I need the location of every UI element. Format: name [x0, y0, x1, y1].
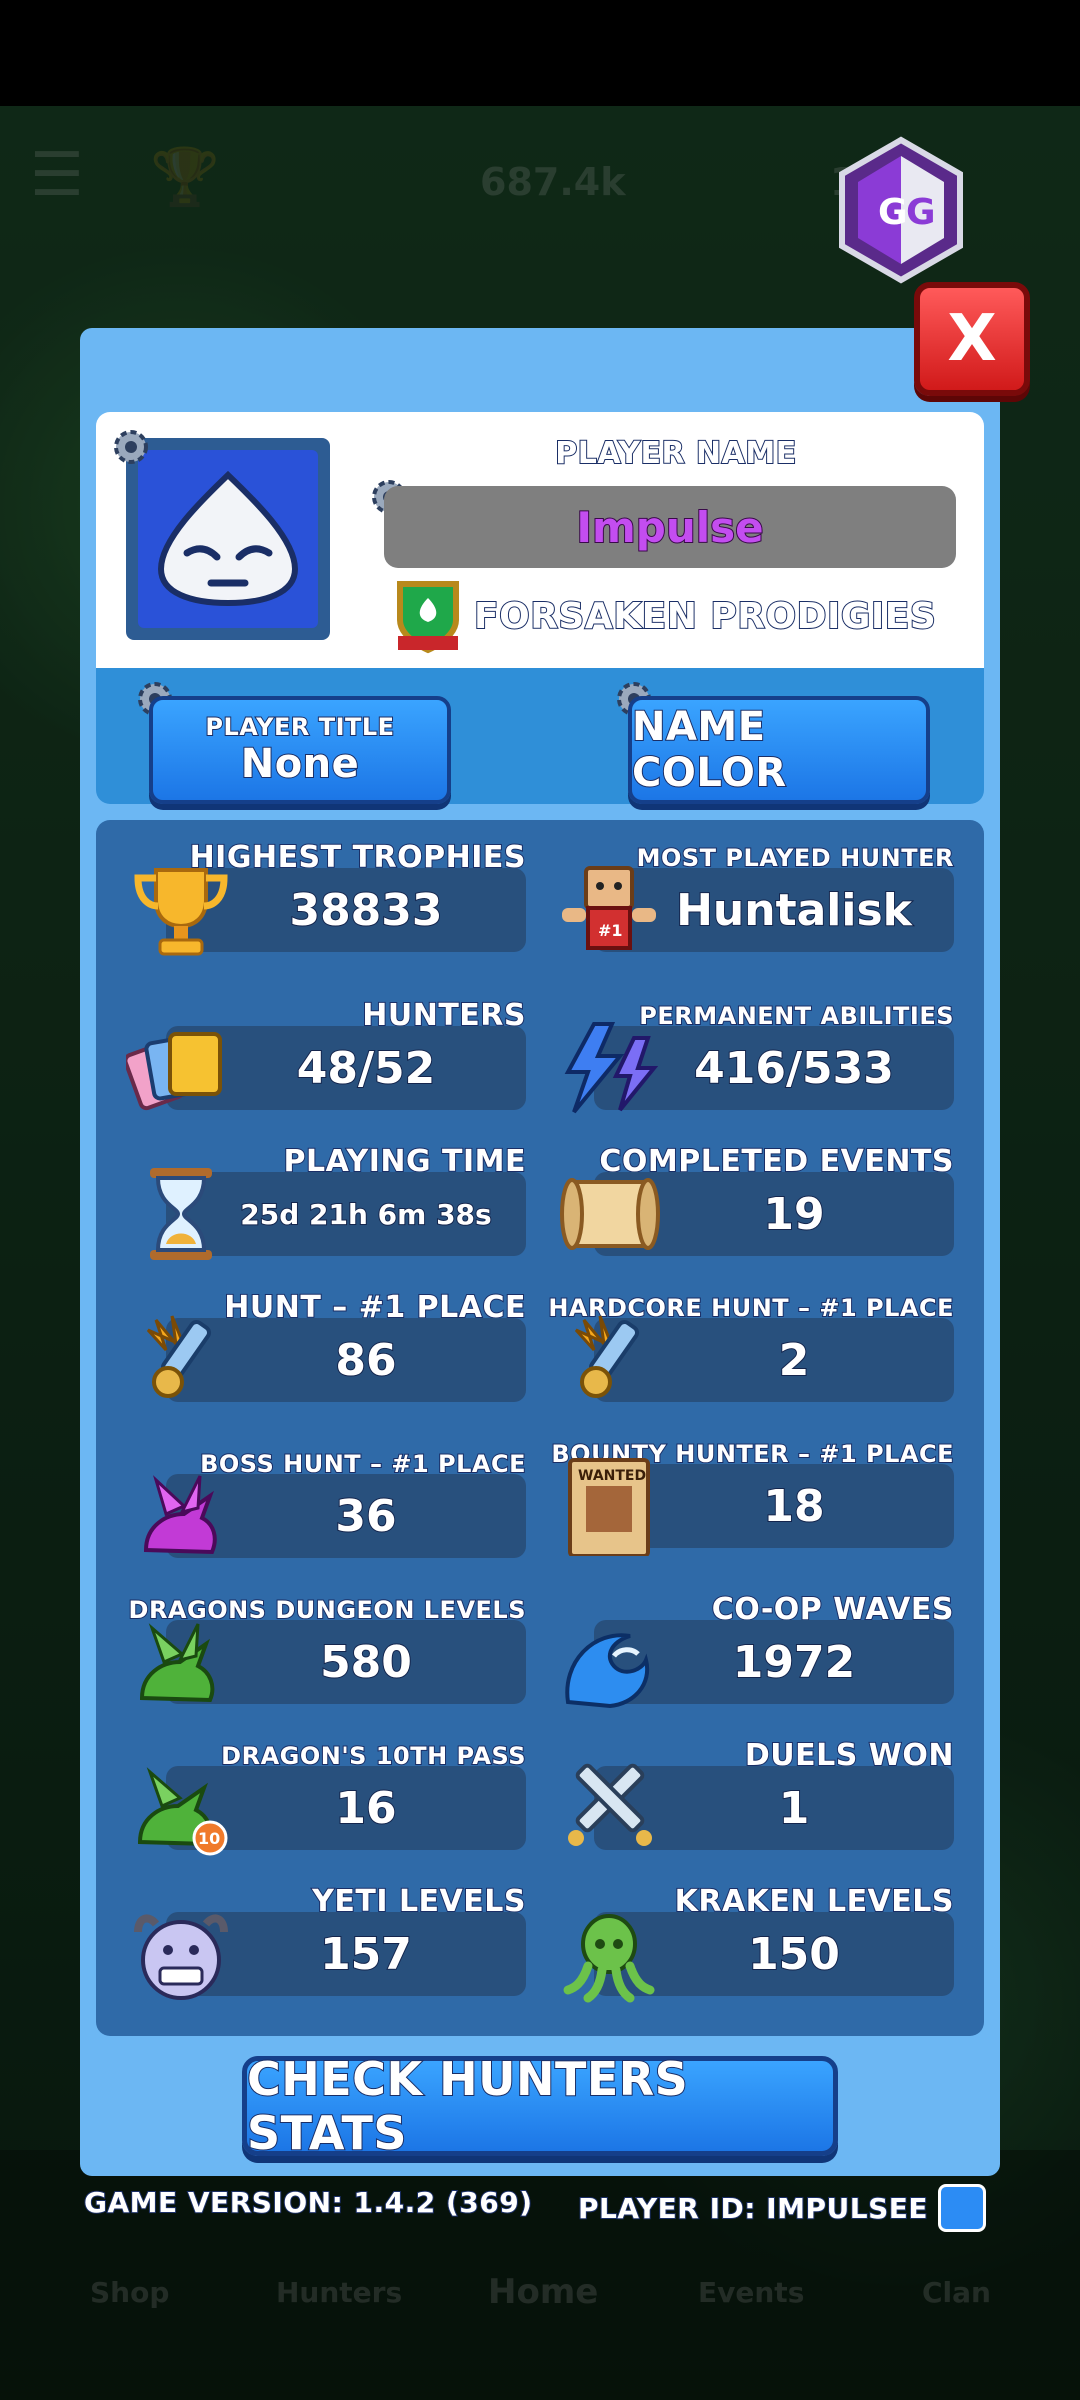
stat-value: 38833 — [288, 884, 443, 937]
game-version: GAME VERSION: 1.4.2 (369) — [83, 2185, 533, 2220]
yeti-icon — [126, 1904, 236, 2004]
stat-value: 48/52 — [296, 1042, 437, 1095]
crossed-swords-icon — [554, 1758, 664, 1858]
stat-hunt-first-place: HUNT – #1 PLACE 86 — [126, 1289, 526, 1430]
hunter-icon: #1 — [554, 860, 664, 960]
stat-hardcore-hunt-first-place: HARDCORE HUNT – #1 PLACE 2 — [547, 1290, 954, 1430]
green-dragon-icon — [126, 1612, 236, 1712]
stat-co-op-waves: CO-OP WAVES 1972 — [554, 1591, 955, 1732]
player-title-label: PLAYER TITLE — [204, 712, 395, 742]
stat-value: Huntalisk — [675, 884, 913, 937]
svg-text:G: G — [906, 192, 936, 233]
feather-icon[interactable] — [938, 2184, 986, 2232]
clan-name: FORSAKEN PRODIGIES — [473, 595, 937, 638]
check-hunters-stats-label: CHECK HUNTERS STATS — [246, 2051, 689, 2161]
close-button[interactable]: X — [914, 282, 1030, 396]
stats-panel: HIGHEST TROPHIES 38833 MOST PLAYED HUNTE… — [96, 820, 984, 2036]
stat-boss-hunt-first-place: BOSS HUNT – #1 PLACE 36 — [126, 1446, 526, 1586]
cards-icon — [123, 1018, 236, 1118]
stat-value: 19 — [762, 1188, 825, 1241]
clan-row[interactable]: FORSAKEN PRODIGIES — [394, 578, 937, 654]
svg-text:WANTED: WANTED — [578, 1468, 646, 1484]
stat-hunters: HUNTERS 48/52 — [123, 997, 526, 1138]
wanted-poster-icon: WANTED — [554, 1456, 664, 1558]
player-id-row: PLAYER ID: IMPULSEE — [577, 2184, 986, 2232]
stat-most-played-hunter: MOST PLAYED HUNTER Huntalisk #1 — [554, 840, 955, 980]
profile-card: PLAYER NAME Impulse FORSAKEN PRODIGIES — [96, 412, 984, 668]
stat-value: 580 — [319, 1636, 413, 1689]
name-color-label: NAME COLOR — [631, 703, 787, 797]
stat-value: 25d 21h 6m 38s — [239, 1197, 492, 1232]
player-id: PLAYER ID: IMPULSEE — [577, 2191, 928, 2226]
gear-icon[interactable] — [108, 424, 154, 470]
profile-modal: PLAYER NAME Impulse FORSAKEN PRODIGIES P… — [80, 328, 1000, 2176]
stat-value: 86 — [334, 1334, 397, 1387]
stat-bounty-hunter-first-place: BOUNTY HUNTER – #1 PLACE 18 WANTED — [550, 1436, 954, 1576]
gg-badge-icon[interactable]: G G — [838, 136, 964, 284]
stat-value: 36 — [334, 1490, 397, 1543]
svg-text:#1: #1 — [598, 921, 623, 940]
player-name-field[interactable]: Impulse — [384, 486, 956, 568]
title-color-strip: PLAYER TITLE None NAME COLOR — [96, 668, 984, 804]
stat-highest-trophies: HIGHEST TROPHIES 38833 — [126, 839, 527, 980]
player-name: Impulse — [575, 502, 764, 553]
trophy-icon — [126, 860, 236, 960]
stat-playing-time: PLAYING TIME 25d 21h 6m 38s — [126, 1143, 527, 1284]
player-name-label: PLAYER NAME — [554, 435, 797, 472]
player-title-button[interactable]: PLAYER TITLE None — [149, 696, 451, 804]
close-label: X — [947, 302, 997, 376]
stat-yeti-levels: YETI LEVELS 157 — [126, 1883, 526, 2024]
stat-dragons-10th-pass: DRAGON'S 10TH PASS 16 10 — [126, 1738, 526, 1878]
stat-duels-won: DUELS WON 1 — [554, 1737, 955, 1878]
stat-value: 18 — [762, 1480, 825, 1533]
hourglass-icon — [126, 1164, 236, 1264]
player-title-value: None — [240, 740, 360, 788]
stat-completed-events: COMPLETED EVENTS 19 — [554, 1143, 954, 1284]
svg-text:G: G — [878, 192, 908, 233]
wave-icon — [554, 1612, 664, 1712]
stat-value: 1 — [778, 1782, 811, 1835]
check-hunters-stats-button[interactable]: CHECK HUNTERS STATS — [242, 2051, 838, 2161]
stat-value: 150 — [747, 1928, 841, 1981]
avatar[interactable] — [126, 438, 330, 640]
name-color-button[interactable]: NAME COLOR — [628, 696, 930, 804]
winged-sword-icon — [554, 1310, 664, 1410]
dragon-pass-icon: 10 — [126, 1758, 236, 1858]
stat-value: 416/533 — [693, 1042, 895, 1095]
stat-kraken-levels: KRAKEN LEVELS 150 — [554, 1883, 955, 2024]
scroll-icon — [554, 1164, 664, 1264]
stat-value: 2 — [778, 1334, 811, 1387]
stat-value: 1972 — [732, 1636, 856, 1689]
stat-value: 157 — [319, 1928, 413, 1981]
boss-dragon-icon — [126, 1466, 236, 1566]
lightning-icon — [554, 1018, 664, 1118]
stat-permanent-abilities: PERMANENT ABILITIES 416/533 — [554, 998, 954, 1138]
clan-shield-icon — [394, 578, 462, 654]
winged-sword-icon — [126, 1310, 236, 1410]
stat-dragons-dungeon-levels: DRAGONS DUNGEON LEVELS 580 — [126, 1592, 527, 1732]
kraken-icon — [554, 1904, 664, 2004]
svg-text:10: 10 — [198, 1829, 220, 1848]
avatar-face-icon — [138, 450, 318, 628]
status-bar — [0, 0, 1080, 106]
stat-value: 16 — [334, 1782, 397, 1835]
